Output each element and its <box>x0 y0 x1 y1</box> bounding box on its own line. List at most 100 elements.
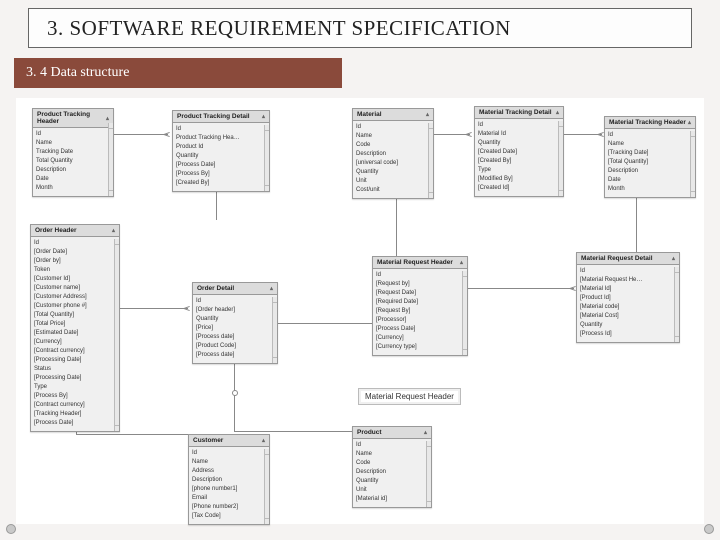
field: [Total Quantity] <box>34 311 116 320</box>
entity-title: Material <box>357 111 382 118</box>
field: Status <box>34 365 116 374</box>
field: Id <box>376 271 464 280</box>
field: [Request By] <box>376 307 464 316</box>
field: [Customer name] <box>34 284 116 293</box>
field: [Material Id] <box>580 285 676 294</box>
entity-title: Product Tracking Detail <box>177 113 250 120</box>
field: [Total Quantity] <box>608 158 692 167</box>
field: [Processing Date] <box>34 374 116 383</box>
collapse-icon: ▴ <box>688 119 691 126</box>
field: [Process Id] <box>580 330 676 339</box>
field: [Process date] <box>196 333 274 342</box>
field: Quantity <box>580 321 676 330</box>
field: Description <box>608 167 692 176</box>
collapse-icon: ▴ <box>426 111 429 118</box>
field: Unit <box>356 177 430 186</box>
field: [Created Id] <box>478 184 560 193</box>
connector <box>464 288 574 289</box>
field: [Customer Id] <box>34 275 116 284</box>
label-card-text: Material Request Header <box>365 392 454 401</box>
entity-title: Product Tracking Header <box>37 111 106 125</box>
field: [Customer phone #] <box>34 302 116 311</box>
field: [Customer Address] <box>34 293 116 302</box>
field: Code <box>356 141 430 150</box>
crowfoot-icon <box>164 131 172 139</box>
connector <box>636 194 637 256</box>
connector <box>560 134 602 135</box>
field: Date <box>608 176 692 185</box>
field: [Material Request He… <box>580 276 676 285</box>
collapse-icon: ▴ <box>556 109 559 116</box>
field: [Contract currency] <box>34 401 116 410</box>
label-card-material-request-header: Material Request Header <box>358 388 461 405</box>
field: [Total Price] <box>34 320 116 329</box>
scrollbar <box>674 267 679 342</box>
entity-order-header: Order Header▴ Id[Order Date][Order by]To… <box>30 224 120 432</box>
collapse-icon: ▴ <box>424 429 427 436</box>
field: [Order header] <box>196 306 274 315</box>
field-list: IdNameAddressDescription[phone number1]E… <box>189 447 269 524</box>
field: [Created By] <box>478 157 560 166</box>
connector <box>396 198 397 256</box>
field-list: IdName[Tracking Date][Total Quantity]Des… <box>605 129 695 197</box>
field: [Process By] <box>176 170 266 179</box>
scrollbar <box>690 131 695 197</box>
scrollbar <box>426 441 431 507</box>
field: [Price] <box>196 324 274 333</box>
field: [Tracking Header] <box>34 410 116 419</box>
field: Unit <box>356 486 428 495</box>
collapse-icon: ▴ <box>262 113 265 120</box>
field: Token <box>34 266 116 275</box>
collapse-icon: ▴ <box>460 259 463 266</box>
field: Product Tracking Hea… <box>176 134 266 143</box>
slide: 3. SOFTWARE REQUIREMENT SPECIFICATION 3.… <box>0 0 720 540</box>
field: Month <box>36 184 110 193</box>
field: [Phone number2] <box>192 503 266 512</box>
field-list: Id[Material Request He…[Material Id][Pro… <box>577 265 679 342</box>
entity-material: Material ▴ IdNameCodeDescription[universa… <box>352 108 434 199</box>
field: [Order by] <box>34 257 116 266</box>
field: Description <box>192 476 266 485</box>
entity-product: Product▴ IdNameCodeDescriptionQuantityUn… <box>352 426 432 508</box>
field: [Process date] <box>196 351 274 360</box>
scrollbar <box>108 123 113 196</box>
entity-title: Order Header <box>35 227 77 234</box>
field: Tracking Date <box>36 148 110 157</box>
collapse-icon: ▴ <box>112 227 115 234</box>
crowfoot-icon <box>466 131 474 139</box>
field: Name <box>356 450 428 459</box>
entity-title: Order Detail <box>197 285 234 292</box>
collapse-icon: ▴ <box>106 115 109 122</box>
entity-title: Material Request Header <box>377 259 453 266</box>
connector <box>216 190 217 220</box>
scrollbar <box>462 271 467 355</box>
cardinality-circle-icon <box>232 390 238 396</box>
scrollbar <box>114 239 119 431</box>
field: [Created Date] <box>478 148 560 157</box>
collapse-icon: ▴ <box>270 285 273 292</box>
field: [Product Id] <box>580 294 676 303</box>
field: [Contract currency] <box>34 347 116 356</box>
field-list: IdNameCodeDescription[universal code]Qua… <box>353 121 433 198</box>
field: Quantity <box>356 168 430 177</box>
field: Id <box>356 441 428 450</box>
subtitle-text: 3. 4 Data structure <box>26 65 129 81</box>
diagram-canvas: Product Tracking Header▴ IdNameTracking … <box>16 98 704 524</box>
field: [Currency type] <box>376 343 464 352</box>
scrollbar <box>264 125 269 191</box>
field: [Material id] <box>356 495 428 504</box>
entity-order-detail: Order Detail▴ Id[Order header]Quantity[P… <box>192 282 278 364</box>
connector <box>76 434 188 435</box>
connector <box>234 363 235 431</box>
field: Id <box>34 239 116 248</box>
entity-product-tracking-header: Product Tracking Header▴ IdNameTracking … <box>32 108 114 197</box>
field: Id <box>580 267 676 276</box>
crowfoot-icon <box>184 305 192 313</box>
entity-title: Material Request Detail <box>581 255 653 262</box>
entity-material-tracking-header: Material Tracking Header▴ IdName[Trackin… <box>604 116 696 198</box>
field: Quantity <box>356 477 428 486</box>
field: Total Quantity <box>36 157 110 166</box>
field: Name <box>192 458 266 467</box>
field: Id <box>356 123 430 132</box>
field-list: IdNameCodeDescriptionQuantityUnit[Materi… <box>353 439 431 507</box>
